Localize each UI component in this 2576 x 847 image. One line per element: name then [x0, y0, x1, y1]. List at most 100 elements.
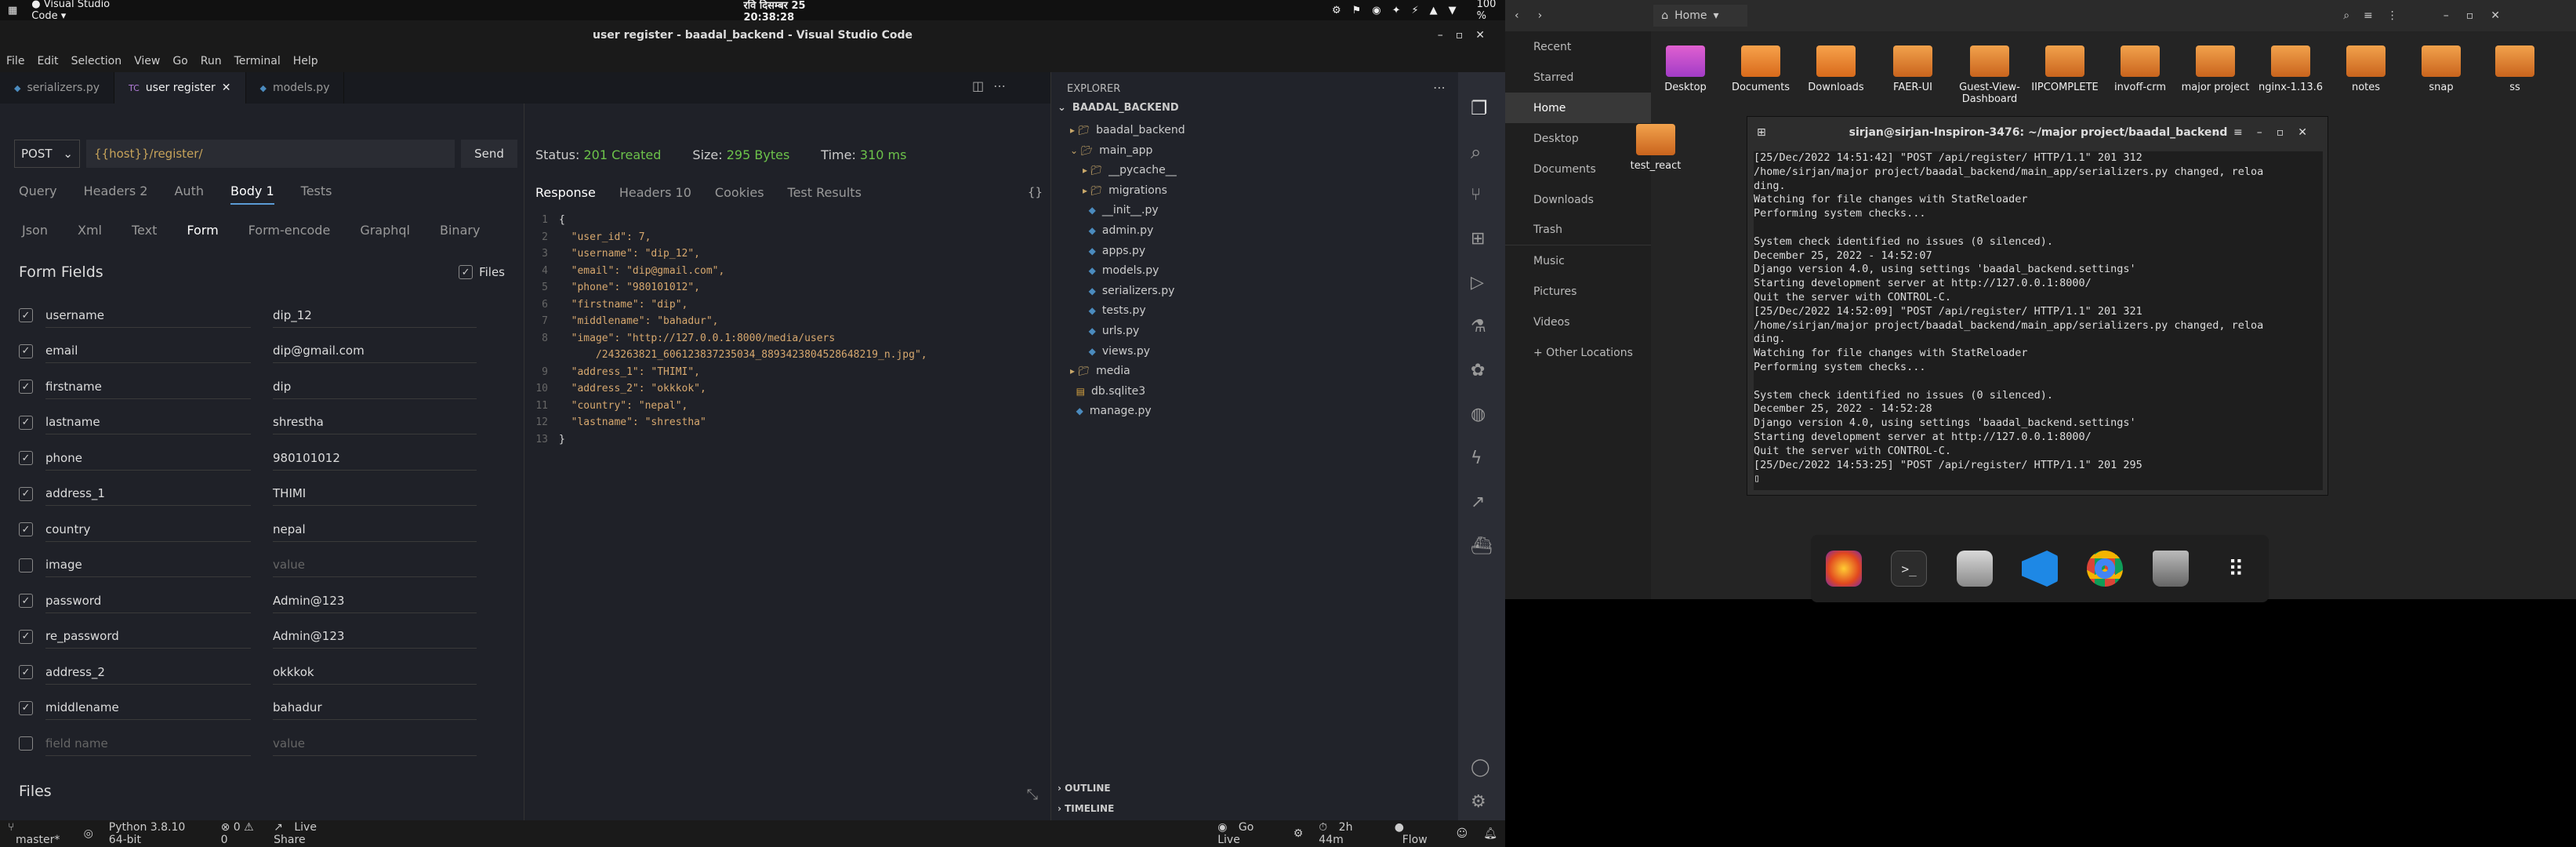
activities-icon[interactable]: ▦: [0, 5, 25, 16]
chrome-icon[interactable]: [2087, 551, 2124, 587]
body-tab-form-encode[interactable]: Form-encode: [249, 223, 331, 238]
field-value-input[interactable]: bahadur: [273, 696, 477, 720]
body-tab-graphql[interactable]: Graphql: [360, 223, 410, 238]
field-value-input[interactable]: shrestha: [273, 410, 477, 434]
vscode-icon[interactable]: [2021, 551, 2058, 587]
field-name-input[interactable]: username: [45, 304, 251, 328]
explorer-item[interactable]: ▸ 📁︎ migrations: [1083, 184, 1167, 197]
menu-item-run[interactable]: Run: [194, 55, 228, 67]
go-live-button[interactable]: ◉ Go Live: [1210, 821, 1285, 846]
docker-icon[interactable]: ⛴: [1471, 536, 1493, 556]
field-value-input[interactable]: 980101012: [273, 446, 477, 471]
folder-item[interactable]: Guest-View-Dashboard: [1955, 45, 2024, 105]
notifications-icon[interactable]: 🔔︎: [1475, 827, 1505, 840]
request-tab-query[interactable]: Query: [19, 184, 57, 205]
field-value-input[interactable]: Admin@123: [273, 589, 477, 613]
explorer-item[interactable]: ⌄ 📂︎ main_app: [1070, 144, 1152, 157]
new-tab-icon[interactable]: ⊞: [1757, 126, 1766, 139]
terminal-output[interactable]: [25/Dec/2022 14:51:42] "POST /api/regist…: [1754, 151, 2323, 490]
explorer-section[interactable]: › OUTLINE: [1058, 783, 1111, 794]
explorer-item[interactable]: ▸ 📁︎ __pycache__: [1083, 164, 1177, 176]
field-name-input[interactable]: field name: [45, 732, 251, 756]
menu-item-help[interactable]: Help: [287, 55, 325, 67]
menu-item-edit[interactable]: Edit: [31, 55, 64, 67]
search-icon[interactable]: ⌕: [1471, 141, 1481, 163]
editor-tab[interactable]: TC user register ✕: [114, 72, 246, 104]
files-sidebar-item[interactable]: Videos: [1505, 307, 1651, 337]
extension-status-icon[interactable]: ⚙: [1286, 827, 1312, 840]
body-tab-json[interactable]: Json: [22, 223, 48, 238]
menu-item-view[interactable]: View: [128, 55, 166, 67]
explorer-item[interactable]: ◆ models.py: [1083, 264, 1159, 277]
field-checkbox[interactable]: ✓: [19, 486, 33, 501]
field-value-input[interactable]: value: [273, 732, 477, 756]
files-toggle[interactable]: ✓ Files: [459, 264, 505, 281]
field-name-input[interactable]: firstname: [45, 375, 251, 399]
firefox-icon[interactable]: [1825, 551, 1862, 587]
github-icon[interactable]: ◍: [1471, 405, 1486, 424]
terminal-icon[interactable]: >_: [1891, 551, 1928, 587]
editor-tab[interactable]: ◆ models.py: [246, 72, 345, 104]
problems-indicator[interactable]: ⊗ 0 ⚠ 0: [213, 821, 267, 846]
files-sidebar-item[interactable]: Recent: [1505, 31, 1651, 62]
files-sidebar-item[interactable]: + Other Locations: [1505, 337, 1651, 368]
split-editor-icon[interactable]: ◫⋯: [972, 78, 1015, 93]
field-value-input[interactable]: value: [273, 553, 477, 577]
explorer-icon[interactable]: ❐: [1471, 97, 1488, 119]
explorer-item[interactable]: ◆ apps.py: [1083, 245, 1146, 257]
forward-icon[interactable]: ›: [1529, 9, 1552, 22]
request-tab-auth[interactable]: Auth: [174, 184, 204, 205]
field-checkbox[interactable]: ✓: [19, 665, 33, 679]
body-tab-form[interactable]: Form: [187, 223, 218, 238]
url-input[interactable]: {{host}}/register/: [86, 140, 455, 168]
settings-gear-icon[interactable]: ⚙: [1471, 792, 1486, 812]
field-value-input[interactable]: Admin@123: [273, 624, 477, 649]
field-name-input[interactable]: country: [45, 518, 251, 542]
sync-icon[interactable]: ◎: [76, 827, 101, 840]
back-icon[interactable]: ‹: [1505, 9, 1529, 22]
folder-item[interactable]: invoff-crm: [2106, 45, 2175, 93]
field-name-input[interactable]: image: [45, 553, 251, 577]
live-share-icon[interactable]: ↗: [1471, 493, 1485, 512]
live-share-button[interactable]: ↗ Live Share: [266, 821, 355, 846]
tray-icons[interactable]: ⚙⚑◉✦⚡▲▼: [1332, 5, 1468, 16]
menu-item-go[interactable]: Go: [166, 55, 194, 67]
editor-tab[interactable]: ◆ serializers.py: [0, 72, 115, 104]
field-name-input[interactable]: address_2: [45, 660, 251, 685]
folder-item[interactable]: snap: [2407, 45, 2476, 93]
request-tab-body[interactable]: Body 1: [230, 184, 274, 205]
field-value-input[interactable]: THIMI: [273, 482, 477, 506]
testing-icon[interactable]: ⚗: [1471, 317, 1486, 336]
explorer-item[interactable]: ◆ views.py: [1083, 345, 1150, 358]
field-value-input[interactable]: dip: [273, 375, 477, 399]
field-checkbox[interactable]: ✓: [19, 700, 33, 715]
remote-icon[interactable]: ✿: [1471, 361, 1485, 380]
field-checkbox[interactable]: ✓: [19, 522, 33, 536]
trash-icon[interactable]: [2152, 551, 2189, 587]
field-name-input[interactable]: middlename: [45, 696, 251, 720]
explorer-item[interactable]: ◆ urls.py: [1083, 325, 1140, 337]
python-interpreter[interactable]: Python 3.8.10 64-bit: [101, 821, 213, 846]
field-value-input[interactable]: dip@gmail.com: [273, 339, 477, 363]
feedback-icon[interactable]: ☺: [1449, 827, 1476, 840]
request-tab-headers[interactable]: Headers 2: [84, 184, 148, 205]
location-path[interactable]: ⌂ Home ▾: [1653, 5, 1748, 27]
thunder-client-icon[interactable]: ϟ: [1471, 449, 1482, 468]
session-timer[interactable]: ⏱ 2h 44m: [1311, 821, 1386, 846]
field-value-input[interactable]: nepal: [273, 518, 477, 542]
method-select[interactable]: POST ⌄: [14, 140, 80, 168]
folder-item[interactable]: test_react: [1621, 124, 1690, 172]
field-name-input[interactable]: phone: [45, 446, 251, 471]
battery-indicator[interactable]: 100 %: [1477, 0, 1505, 22]
response-tab-cookies[interactable]: Cookies: [715, 185, 764, 200]
body-tab-binary[interactable]: Binary: [440, 223, 480, 238]
field-name-input[interactable]: re_password: [45, 624, 251, 649]
field-checkbox[interactable]: ✓: [19, 308, 33, 322]
branch-indicator[interactable]: ⑂ master*: [0, 821, 76, 846]
response-tab-test[interactable]: Test Results: [788, 185, 862, 200]
folder-item[interactable]: notes: [2331, 45, 2400, 93]
field-checkbox[interactable]: [19, 736, 33, 751]
menu-item-file[interactable]: File: [0, 55, 31, 67]
field-value-input[interactable]: okkkok: [273, 660, 477, 685]
send-button[interactable]: Send: [461, 140, 517, 168]
